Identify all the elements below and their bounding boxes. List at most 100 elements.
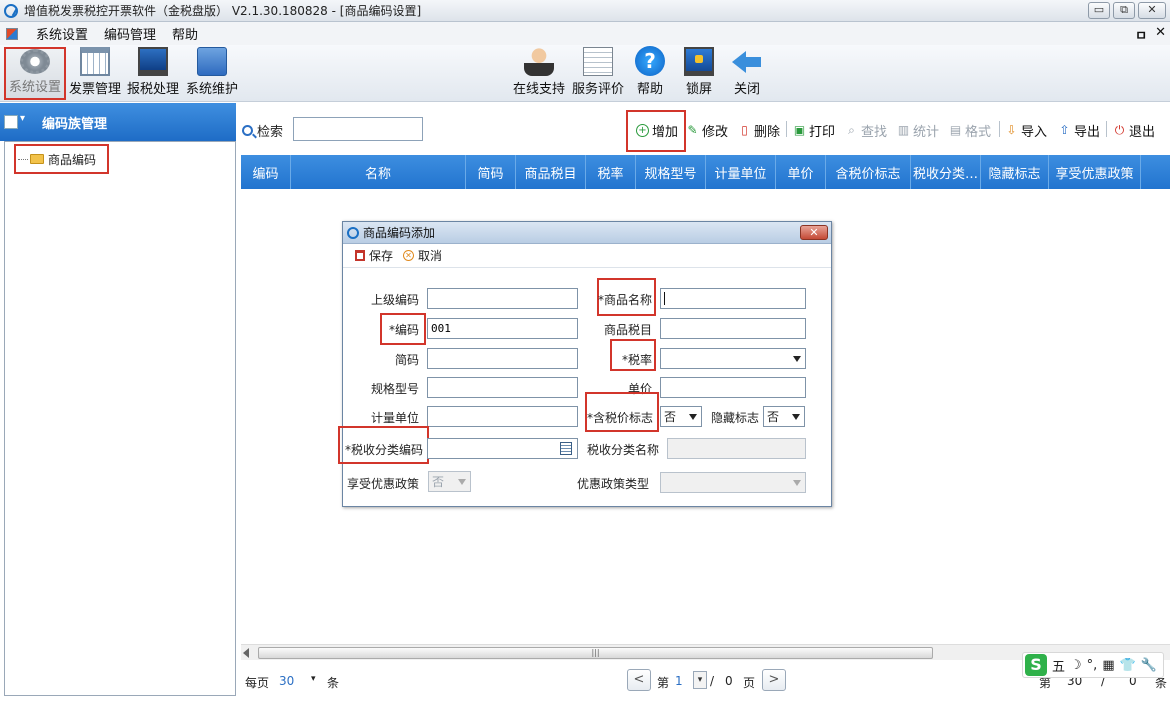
toolbar-invoice-management[interactable]: 发票管理 (68, 47, 122, 100)
column-header[interactable]: 税率 (586, 155, 636, 189)
arrow-icon (732, 47, 762, 76)
toolbar-system-maintenance[interactable]: 系统维护 (185, 47, 239, 100)
menu-system-settings[interactable]: 系统设置 (28, 24, 96, 43)
column-header[interactable]: 计量单位 (706, 155, 776, 189)
preferential-type-select (660, 472, 806, 493)
tree-connector (18, 158, 28, 160)
column-header[interactable]: 简码 (466, 155, 516, 189)
page-prefix: 第 (657, 676, 670, 690)
dialog-titlebar: 商品编码添加 ✕ (343, 222, 831, 244)
ime-mode[interactable]: 五 (1052, 656, 1065, 675)
moon-icon[interactable]: ☽ (1070, 658, 1082, 673)
find-button[interactable]: ⌕ 查找 (845, 121, 888, 141)
preferential-type-label: 优惠政策类型 (576, 477, 649, 491)
menu-help[interactable]: 帮助 (164, 24, 206, 43)
hidden-flag-select[interactable]: 否 (763, 406, 805, 427)
column-header[interactable]: 商品税目 (516, 155, 586, 189)
column-header[interactable]: 编码 (241, 155, 291, 189)
page-dropdown-icon[interactable]: ▾ (693, 671, 707, 689)
import-button[interactable]: ⇩ 导入 (1005, 121, 1047, 141)
export-button[interactable]: ⇧ 导出 (1058, 121, 1100, 141)
print-button[interactable]: ▣ 打印 (793, 121, 835, 141)
keyboard-icon[interactable]: ▦ (1102, 658, 1114, 673)
calculator-icon[interactable] (560, 442, 572, 455)
product-name-input[interactable] (660, 288, 806, 309)
folder-open-icon (30, 154, 44, 164)
spec-input[interactable] (427, 377, 578, 398)
tax-rate-select[interactable] (660, 348, 806, 369)
text-cursor (664, 292, 665, 305)
current-page[interactable]: 1 (675, 674, 683, 688)
prev-page-button[interactable]: < (627, 669, 651, 691)
search-input[interactable] (293, 117, 423, 141)
column-header[interactable]: 含税价标志 (826, 155, 911, 189)
window-titlebar: 增值税发票税控开票软件（金税盘版） V2.1.30.180828 - [商品编码… (0, 0, 1170, 22)
page-suffix: 页 (743, 676, 756, 690)
ime-toolbar[interactable]: S 五 ☽ °, ▦ 👕 🔧 (1022, 652, 1164, 678)
exit-button[interactable]: ⏻ 退出 (1113, 121, 1155, 141)
tree-item-label: 商品编码 (48, 152, 97, 167)
dialog-toolbar: 保存 ✕ 取消 (343, 244, 831, 268)
code-input[interactable] (427, 318, 578, 339)
restore-button[interactable]: ⧉ (1113, 2, 1135, 19)
delete-label: 删除 (754, 125, 781, 140)
short-code-input[interactable] (427, 348, 578, 369)
format-button[interactable]: ▤ 格式 (949, 121, 991, 141)
find-label: 查找 (861, 125, 888, 140)
skin-icon[interactable]: 👕 (1120, 658, 1136, 673)
toolbar-close[interactable]: 关闭 (729, 47, 765, 100)
page-slash: / (710, 674, 715, 688)
wrench-icon[interactable]: 🔧 (1141, 658, 1157, 673)
scrollbar-thumb[interactable]: ||| (258, 647, 933, 659)
column-header[interactable]: 名称 (291, 155, 466, 189)
edit-label: 修改 (702, 125, 729, 140)
toolbar-lock-screen[interactable]: 锁屏 (681, 47, 717, 100)
toolbar-tax-report[interactable]: 报税处理 (126, 47, 180, 100)
toolbar-service-rating[interactable]: 服务评价 (571, 47, 625, 100)
mdi-close-button[interactable]: ✕ (1155, 25, 1166, 44)
code-tree: 商品编码 (4, 141, 236, 696)
cancel-button[interactable]: ✕ 取消 (403, 247, 442, 264)
close-window-button[interactable]: ✕ (1138, 2, 1166, 19)
sogou-logo-icon[interactable]: S (1025, 654, 1047, 676)
per-page-value[interactable]: 30 (279, 674, 294, 688)
stats-button[interactable]: ▥ 统计 (897, 121, 939, 141)
minimize-button[interactable]: ▭ (1088, 2, 1110, 19)
tax-class-code-input[interactable] (427, 438, 578, 459)
app-logo-icon (4, 3, 18, 18)
column-header[interactable]: 享受优惠政策 (1049, 155, 1141, 189)
parent-code-input[interactable] (427, 288, 578, 309)
tax-included-select[interactable]: 否 (660, 406, 702, 427)
unit-input[interactable] (427, 406, 578, 427)
unit-price-input[interactable] (660, 377, 806, 398)
toolbar-separator (1106, 121, 1107, 137)
panel-menu-icon[interactable] (4, 113, 25, 129)
delete-button[interactable]: ▯ 删除 (738, 121, 781, 141)
column-header[interactable]: 规格型号 (636, 155, 706, 189)
menu-code-management[interactable]: 编码管理 (96, 24, 164, 43)
app-menu-icon[interactable] (6, 27, 18, 40)
column-header[interactable]: 隐藏标志 (981, 155, 1049, 189)
tree-item-product-code[interactable]: 商品编码 (14, 144, 109, 174)
mdi-restore-button[interactable]: ㅁ (1135, 25, 1147, 44)
next-page-button[interactable]: > (762, 669, 786, 691)
toolbar-separator (786, 121, 787, 137)
gear-icon (20, 49, 50, 74)
grid-icon (80, 47, 110, 76)
scroll-left-icon[interactable] (243, 648, 249, 658)
dialog-close-button[interactable]: ✕ (800, 225, 828, 240)
toolbar-online-support[interactable]: 在线支持 (512, 47, 566, 100)
edit-button[interactable]: ✎ 修改 (686, 121, 729, 141)
column-header[interactable]: 税收分类… (911, 155, 981, 189)
tax-item-input[interactable] (660, 318, 806, 339)
add-product-code-dialog: 商品编码添加 ✕ 保存 ✕ 取消 上级编码 *商品名称 *编码 商品税目 简码 … (338, 221, 832, 507)
toolbar-help[interactable]: ? 帮助 (632, 46, 668, 100)
toolbar-system-settings[interactable]: 系统设置 (4, 47, 66, 100)
column-header[interactable]: 单价 (776, 155, 826, 189)
per-page-dropdown-icon[interactable]: ▾ (311, 674, 316, 684)
short-code-label: 简码 (394, 353, 419, 367)
save-button[interactable]: 保存 (355, 247, 393, 264)
search-icon (242, 125, 253, 136)
add-button[interactable]: + 增加 (636, 121, 678, 140)
punctuation-icon[interactable]: °, (1087, 658, 1098, 673)
